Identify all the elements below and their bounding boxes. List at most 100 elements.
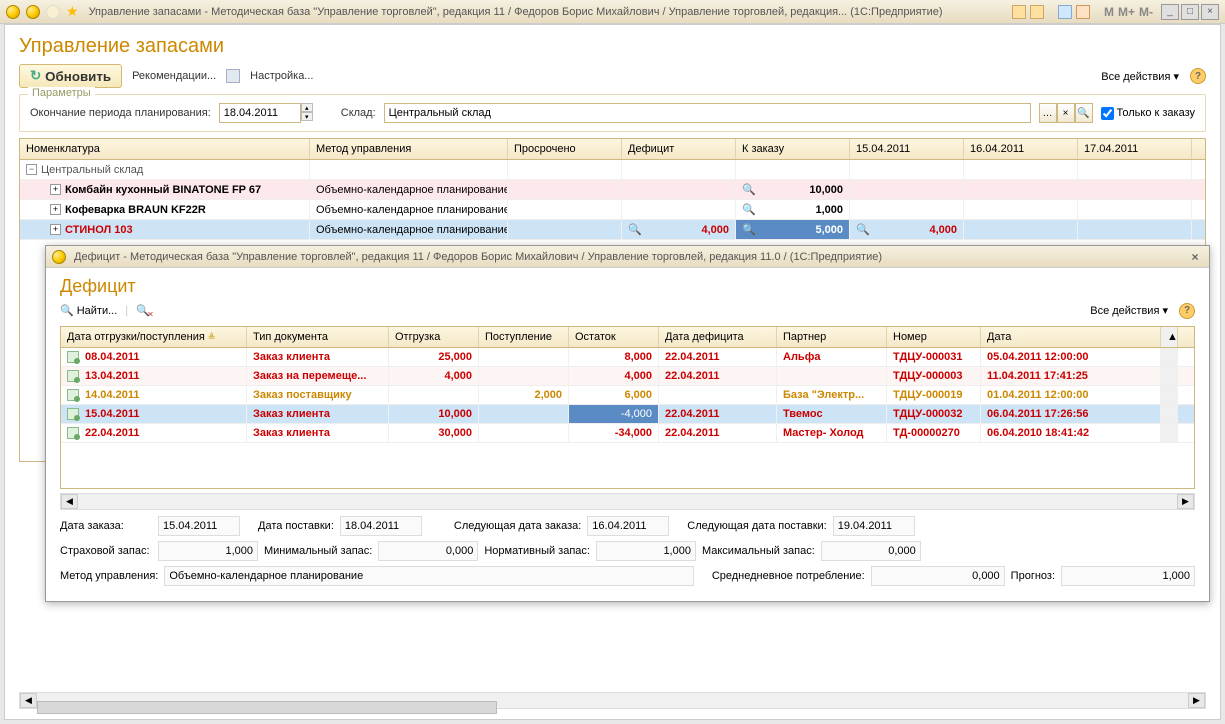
lookup-button[interactable]: 🔍 xyxy=(1075,103,1093,123)
col-balance[interactable]: Остаток xyxy=(569,327,659,347)
refresh-button[interactable]: Обновить xyxy=(19,64,122,88)
scroll-right-arrow[interactable]: ▶ xyxy=(1188,693,1205,708)
mem-m[interactable]: M xyxy=(1104,5,1114,19)
avg-field[interactable] xyxy=(871,566,1005,586)
settings-link[interactable]: Настройка... xyxy=(246,67,317,85)
table-row[interactable]: +Кофеварка BRAUN KF22R Объемно-календарн… xyxy=(20,200,1205,220)
group-row[interactable]: −Центральный склад xyxy=(20,160,1205,180)
plan-end-input[interactable] xyxy=(219,103,301,123)
next-deliv-label: Следующая дата поставки: xyxy=(687,520,826,532)
only-to-order-checkbox[interactable]: Только к заказу xyxy=(1101,107,1196,120)
search-icon: 🔍 xyxy=(60,304,74,317)
safety-label: Страховой запас: xyxy=(60,545,152,557)
params-legend: Параметры xyxy=(28,87,95,99)
col-method[interactable]: Метод управления xyxy=(310,139,508,159)
avg-label: Среднедневное потребление: xyxy=(712,570,865,582)
col-date-2[interactable]: 16.04.2011 xyxy=(964,139,1078,159)
recommendations-link[interactable]: Рекомендации... xyxy=(128,67,220,85)
main-horizontal-scrollbar[interactable]: ◀ ▶ xyxy=(19,692,1206,709)
child-titlebar[interactable]: Дефицит - Методическая база "Управление … xyxy=(46,246,1209,268)
deliv-date-field[interactable] xyxy=(340,516,422,536)
col-partner[interactable]: Партнер xyxy=(777,327,887,347)
norm-field[interactable] xyxy=(596,541,696,561)
scroll-left-arrow[interactable]: ◀ xyxy=(20,693,37,708)
next-deliv-field[interactable] xyxy=(833,516,915,536)
col-scrollbar-header: ▲ xyxy=(1161,327,1178,347)
min-label: Минимальный запас: xyxy=(264,545,372,557)
col-ship-date[interactable]: Дата отгрузки/поступления ≜ xyxy=(61,327,247,347)
mem-mminus[interactable]: M- xyxy=(1139,5,1153,19)
next-order-field[interactable] xyxy=(587,516,669,536)
safety-field[interactable] xyxy=(158,541,258,561)
child-help-icon[interactable]: ? xyxy=(1179,303,1195,319)
col-receipt[interactable]: Поступление xyxy=(479,327,569,347)
magnifier-icon[interactable]: 🔍 xyxy=(742,183,756,196)
tool-icon-2[interactable] xyxy=(1030,5,1044,19)
nav-forward-icon[interactable] xyxy=(46,5,60,19)
col-date[interactable]: Дата xyxy=(981,327,1161,347)
expand-icon[interactable]: + xyxy=(50,184,61,195)
col-shipment[interactable]: Отгрузка xyxy=(389,327,479,347)
tool-icon-1[interactable] xyxy=(1012,5,1026,19)
child-row-selected[interactable]: 15.04.2011Заказ клиента10,000-4,00022.04… xyxy=(61,405,1194,424)
scroll-left-arrow[interactable]: ◀ xyxy=(61,494,78,509)
expand-icon[interactable]: + xyxy=(50,204,61,215)
col-doc-type[interactable]: Тип документа xyxy=(247,327,389,347)
order-date-field[interactable] xyxy=(158,516,240,536)
mem-mplus[interactable]: M+ xyxy=(1118,5,1135,19)
close-button[interactable]: × xyxy=(1201,4,1219,20)
collapse-icon[interactable]: − xyxy=(26,164,37,175)
child-row[interactable]: 22.04.2011Заказ клиента30,000-34,00022.0… xyxy=(61,424,1194,443)
col-nomenclature[interactable]: Номенклатура xyxy=(20,139,310,159)
find-clear-icon[interactable]: 🔍✕ xyxy=(136,304,150,317)
settings-icon xyxy=(226,69,240,83)
document-icon xyxy=(67,427,79,439)
scroll-thumb[interactable] xyxy=(37,701,497,714)
col-date-1[interactable]: 15.04.2011 xyxy=(850,139,964,159)
forecast-field[interactable] xyxy=(1061,566,1195,586)
warehouse-input[interactable] xyxy=(384,103,1031,123)
favorites-icon[interactable]: ★ xyxy=(66,3,79,20)
clear-button[interactable]: × xyxy=(1057,103,1075,123)
expand-icon[interactable]: + xyxy=(50,224,61,235)
child-horizontal-scrollbar[interactable]: ◀ ▶ xyxy=(60,493,1195,510)
maximize-button[interactable]: □ xyxy=(1181,4,1199,20)
method-field[interactable] xyxy=(164,566,694,586)
date-stepper[interactable]: ▴▾ xyxy=(301,103,313,123)
document-icon xyxy=(67,351,79,363)
col-number[interactable]: Номер xyxy=(887,327,981,347)
document-icon xyxy=(67,370,79,382)
col-overdue[interactable]: Просрочено xyxy=(508,139,622,159)
magnifier-icon[interactable]: 🔍 xyxy=(742,223,756,236)
calc-icon[interactable] xyxy=(1058,5,1072,19)
magnifier-icon[interactable]: 🔍 xyxy=(628,223,642,236)
col-to-order[interactable]: К заказу xyxy=(736,139,850,159)
all-actions-dropdown[interactable]: Все действия ▾ xyxy=(1096,67,1184,86)
col-deficit[interactable]: Дефицит xyxy=(622,139,736,159)
child-form: Дата заказа: Дата поставки: Следующая да… xyxy=(46,514,1209,599)
child-row[interactable]: 14.04.2011Заказ поставщику2,0006,000База… xyxy=(61,386,1194,405)
magnifier-icon[interactable]: 🔍 xyxy=(742,203,756,216)
table-row[interactable]: +Комбайн кухонный BINATONE FP 67 Объемно… xyxy=(20,180,1205,200)
min-field[interactable] xyxy=(378,541,478,561)
calendar-icon[interactable] xyxy=(1076,5,1090,19)
minimize-button[interactable]: _ xyxy=(1161,4,1179,20)
magnifier-icon[interactable]: 🔍 xyxy=(856,223,870,236)
child-row[interactable]: 08.04.2011Заказ клиента25,0008,00022.04.… xyxy=(61,348,1194,367)
help-icon[interactable]: ? xyxy=(1190,68,1206,84)
max-field[interactable] xyxy=(821,541,921,561)
warehouse-label: Склад: xyxy=(341,107,376,119)
table-row-selected[interactable]: +СТИНОЛ 103 Объемно-календарное планиров… xyxy=(20,220,1205,240)
col-deficit-date[interactable]: Дата дефицита xyxy=(659,327,777,347)
child-all-actions-dropdown[interactable]: Все действия ▾ xyxy=(1085,301,1173,320)
col-date-3[interactable]: 17.04.2011 xyxy=(1078,139,1192,159)
only-to-order-input[interactable] xyxy=(1101,107,1114,120)
child-row[interactable]: 13.04.2011Заказ на перемеще...4,0004,000… xyxy=(61,367,1194,386)
child-grid[interactable]: Дата отгрузки/поступления ≜ Тип документ… xyxy=(60,326,1195,489)
nav-back-icon[interactable] xyxy=(26,5,40,19)
child-close-button[interactable]: × xyxy=(1187,249,1203,265)
scroll-right-arrow[interactable]: ▶ xyxy=(1177,494,1194,509)
ellipsis-button[interactable]: … xyxy=(1039,103,1057,123)
child-page-title: Дефицит xyxy=(46,268,1209,301)
find-link[interactable]: 🔍Найти... xyxy=(60,304,117,317)
